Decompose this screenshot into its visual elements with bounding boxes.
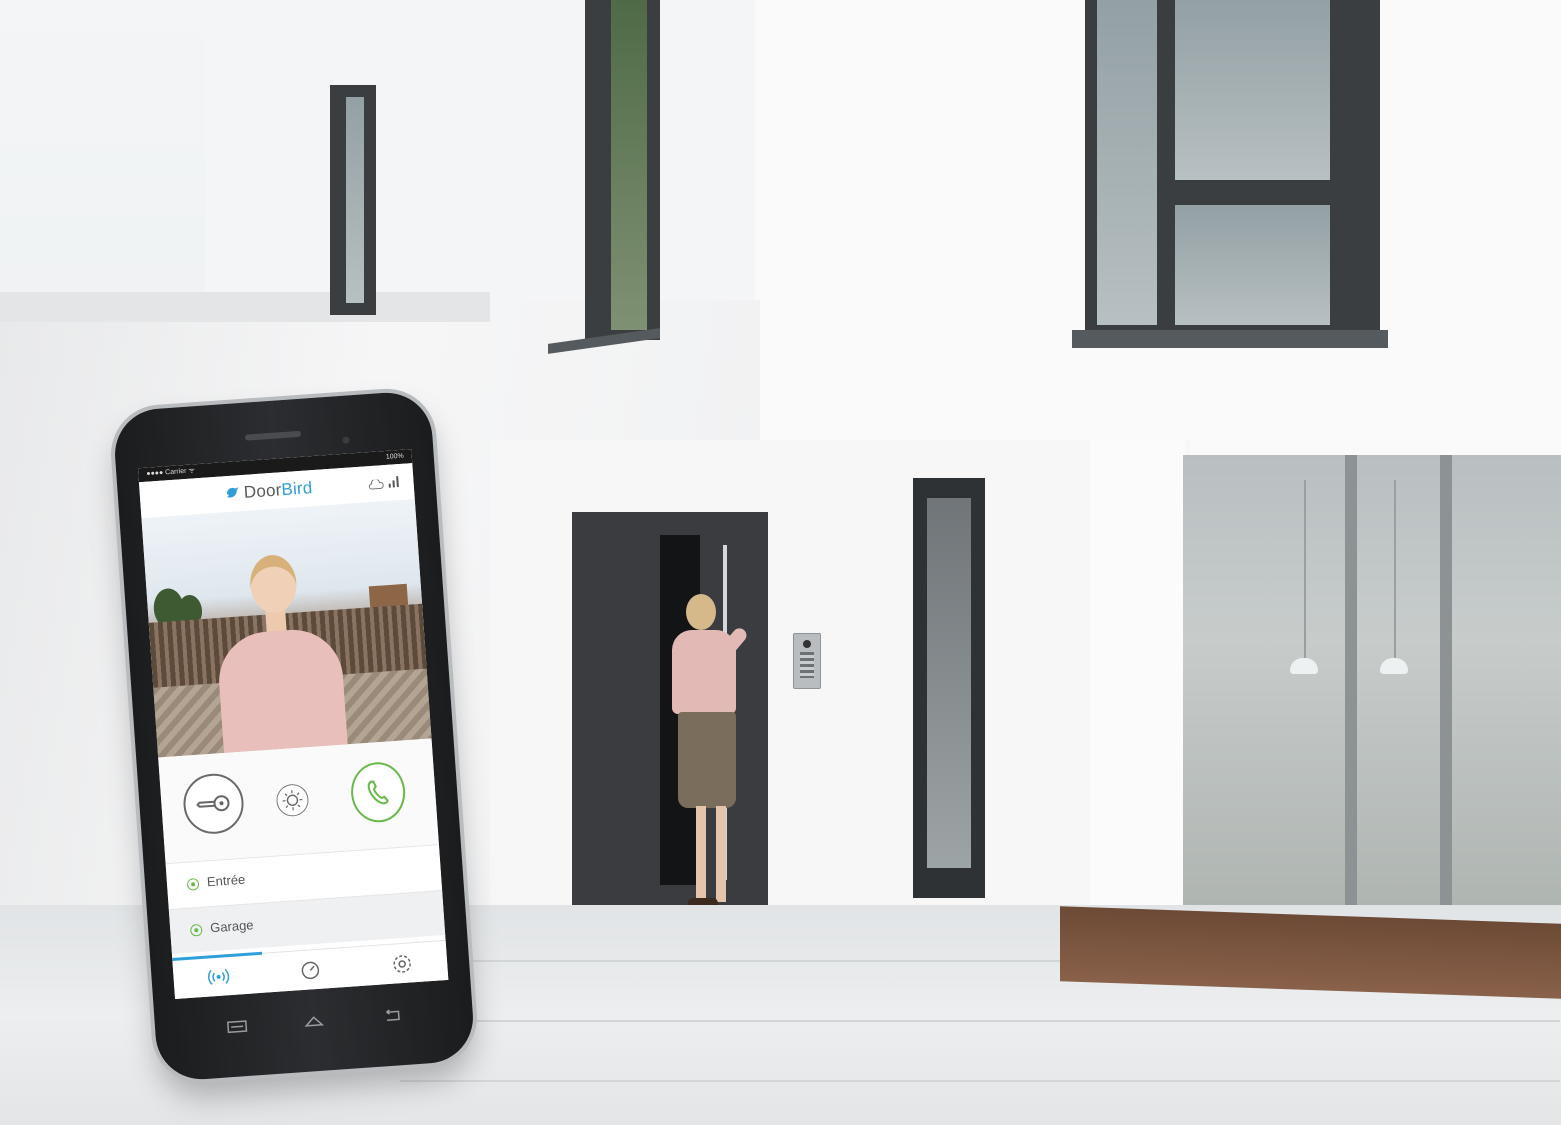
gear-icon (393, 955, 411, 973)
home-icon (304, 1016, 325, 1027)
menu-icon (227, 1020, 248, 1034)
pendant-lamp (1290, 658, 1318, 674)
light-button[interactable] (275, 783, 310, 818)
terrace-ledge (0, 292, 490, 322)
home-key[interactable] (301, 1010, 326, 1032)
relay-label: Entrée (206, 871, 246, 890)
signal-icon (388, 476, 399, 488)
relay-status-icon (186, 877, 200, 891)
side-window (913, 478, 985, 898)
back-key[interactable] (380, 1005, 405, 1027)
small-window-left (330, 85, 376, 315)
doorbird-intercom (793, 633, 821, 689)
app-screen: ●●●● Carrier ᯤ 100% DoorBird Entrée Gara… (137, 449, 449, 999)
broadcast-icon (208, 968, 230, 985)
live-video-feed (141, 498, 432, 758)
key-icon (196, 795, 230, 812)
visitor-woman (668, 590, 758, 920)
window-sill-right (1072, 330, 1388, 348)
status-battery: 100% (385, 452, 404, 461)
glass-facade (1183, 455, 1561, 915)
relay-status-icon (189, 923, 203, 937)
light-icon (282, 790, 303, 811)
clock-icon (301, 961, 320, 980)
back-icon (386, 1009, 400, 1021)
unlock-button[interactable] (181, 771, 246, 836)
door-controls (158, 738, 439, 864)
smartphone: ●●●● Carrier ᯤ 100% DoorBird Entrée Gara… (111, 389, 477, 1083)
bird-logo-icon (226, 487, 239, 498)
tab-history[interactable] (298, 958, 324, 984)
menu-key[interactable] (224, 1016, 249, 1038)
large-window-upper-right (1085, 0, 1380, 338)
tab-live[interactable] (206, 964, 232, 990)
relay-label: Garage (209, 917, 254, 936)
cloud-icon (368, 479, 384, 490)
phone-icon (367, 780, 389, 805)
tall-window-upper (585, 0, 660, 340)
video-visitor (215, 626, 348, 757)
wall-pillar (1090, 440, 1185, 930)
tab-settings[interactable] (389, 951, 415, 977)
pendant-lamp (1380, 658, 1408, 674)
call-button[interactable] (349, 760, 408, 825)
app-title: DoorBird (243, 478, 314, 502)
